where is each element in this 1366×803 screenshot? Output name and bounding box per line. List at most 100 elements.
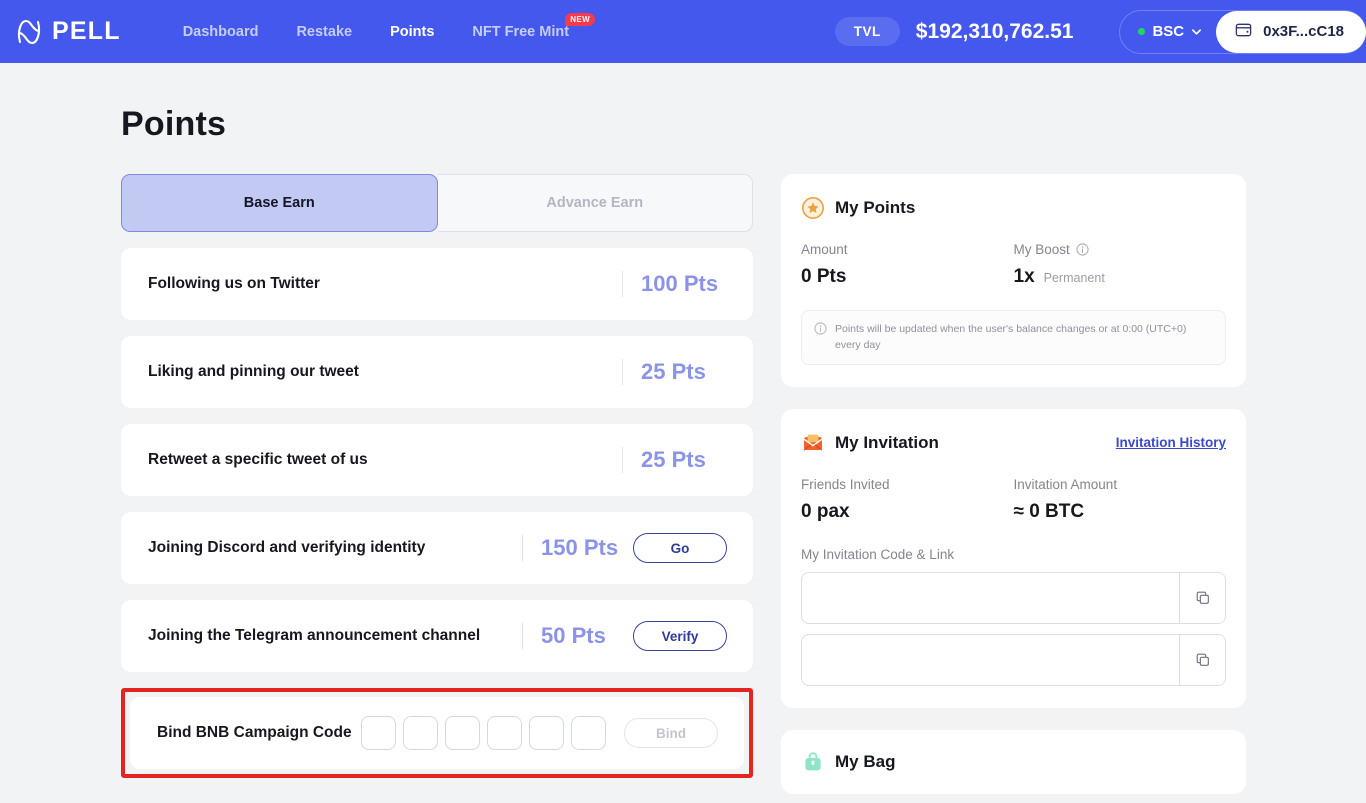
invitation-link-row — [801, 634, 1226, 686]
task-row: Joining Discord and verifying identity 1… — [121, 512, 753, 584]
invitation-code-label: My Invitation Code & Link — [801, 547, 1226, 562]
task-label: Joining the Telegram announcement channe… — [148, 627, 522, 645]
task-right: 25 Pts — [622, 359, 727, 385]
friends-invited-label: Friends Invited — [801, 477, 1014, 492]
invitation-link-input[interactable] — [802, 635, 1179, 685]
boost-stat: My Boost 1x Permanent — [1014, 242, 1227, 288]
nav-link-dashboard[interactable]: Dashboard — [183, 24, 259, 40]
invitation-amount-value: ≈ 0 BTC — [1014, 501, 1227, 523]
code-digit-2[interactable] — [403, 716, 438, 750]
task-points: 25 Pts — [641, 447, 727, 473]
my-bag-header: My Bag — [801, 750, 1226, 774]
task-label: Following us on Twitter — [148, 275, 622, 293]
my-invitation-title: My Invitation — [835, 433, 939, 453]
task-right: 25 Pts — [622, 447, 727, 473]
envelope-icon — [801, 431, 825, 455]
nav-link-nft-label: NFT Free Mint — [472, 24, 569, 40]
nav-link-restake[interactable]: Restake — [296, 24, 352, 40]
copy-code-button[interactable] — [1179, 573, 1225, 623]
task-label: Retweet a specific tweet of us — [148, 451, 622, 469]
code-digit-1[interactable] — [361, 716, 396, 750]
divider — [622, 271, 623, 297]
my-points-title: My Points — [835, 198, 915, 218]
earn-tabs: Base Earn Advance Earn — [121, 174, 753, 232]
divider — [622, 359, 623, 385]
invitation-code-input[interactable] — [802, 573, 1179, 623]
task-row: Liking and pinning our tweet 25 Pts — [121, 336, 753, 408]
page-title: Points — [0, 63, 1366, 144]
amount-stat: Amount 0 Pts — [801, 242, 1014, 288]
chain-selector[interactable]: BSC — [1124, 11, 1216, 53]
bind-label: Bind BNB Campaign Code — [157, 724, 361, 742]
boost-label: My Boost — [1014, 242, 1070, 257]
wallet-group: BSC 0x3F...cC18 — [1119, 10, 1366, 54]
boost-label-row: My Boost — [1014, 242, 1227, 257]
boost-value-row: 1x Permanent — [1014, 266, 1227, 288]
my-points-card: My Points Amount 0 Pts My Boost — [781, 174, 1246, 387]
brand-name: PELL — [52, 19, 121, 44]
invitation-code-row — [801, 572, 1226, 624]
my-invitation-stats: Friends Invited 0 pax Invitation Amount … — [801, 477, 1226, 523]
divider — [522, 623, 523, 649]
new-badge: NEW — [565, 13, 595, 26]
bind-campaign-highlight: Bind BNB Campaign Code Bind — [121, 688, 753, 778]
code-digit-5[interactable] — [529, 716, 564, 750]
my-points-stats: Amount 0 Pts My Boost — [801, 242, 1226, 288]
nav-link-nft-free-mint[interactable]: NFT Free Mint NEW — [472, 24, 569, 40]
task-row: Following us on Twitter 100 Pts — [121, 248, 753, 320]
bind-button[interactable]: Bind — [624, 718, 718, 748]
sidebar-column: My Points Amount 0 Pts My Boost — [781, 174, 1246, 794]
task-points: 150 Pts — [541, 535, 627, 561]
code-digit-4[interactable] — [487, 716, 522, 750]
invitation-amount-label: Invitation Amount — [1014, 477, 1227, 492]
campaign-code-inputs — [361, 716, 606, 750]
friends-invited-stat: Friends Invited 0 pax — [801, 477, 1014, 523]
amount-value: 0 Pts — [801, 266, 1014, 288]
star-badge-icon — [801, 196, 825, 220]
task-go-button[interactable]: Go — [633, 533, 727, 563]
my-invitation-header: My Invitation Invitation History — [801, 431, 1226, 455]
wallet-icon — [1234, 20, 1253, 44]
friends-invited-value: 0 pax — [801, 501, 1014, 523]
copy-icon — [1195, 652, 1211, 668]
task-points: 50 Pts — [541, 623, 627, 649]
chain-name: BSC — [1152, 23, 1184, 40]
chain-status-dot — [1138, 28, 1145, 35]
bind-campaign-row: Bind BNB Campaign Code Bind — [130, 697, 744, 769]
wallet-address: 0x3F...cC18 — [1263, 23, 1344, 40]
nav-link-points[interactable]: Points — [390, 24, 434, 40]
page-content: Base Earn Advance Earn Following us on T… — [0, 144, 1366, 794]
tab-base-earn[interactable]: Base Earn — [121, 174, 438, 232]
my-bag-card: My Bag — [781, 730, 1246, 794]
page-body: Points Base Earn Advance Earn Following … — [0, 63, 1366, 794]
top-navbar: PELL Dashboard Restake Points NFT Free M… — [0, 0, 1366, 63]
tvl-value: $192,310,762.51 — [916, 20, 1074, 44]
brand-logo[interactable]: PELL — [14, 17, 121, 47]
copy-link-button[interactable] — [1179, 635, 1225, 685]
task-verify-button[interactable]: Verify — [633, 621, 727, 651]
boost-sub: Permanent — [1044, 271, 1105, 285]
divider — [522, 535, 523, 561]
task-points: 25 Pts — [641, 359, 727, 385]
tasks-column: Base Earn Advance Earn Following us on T… — [121, 174, 753, 778]
tab-advance-earn[interactable]: Advance Earn — [438, 174, 754, 232]
my-points-header: My Points — [801, 196, 1226, 220]
divider — [622, 447, 623, 473]
code-digit-6[interactable] — [571, 716, 606, 750]
wallet-button[interactable]: 0x3F...cC18 — [1216, 11, 1366, 53]
bag-icon — [801, 750, 825, 774]
task-points: 100 Pts — [641, 271, 727, 297]
task-right: 150 Pts Go — [522, 533, 727, 563]
task-row: Joining the Telegram announcement channe… — [121, 600, 753, 672]
amount-label: Amount — [801, 242, 1014, 257]
task-right: 100 Pts — [622, 271, 727, 297]
note-text: Points will be updated when the user's b… — [835, 321, 1213, 354]
info-icon[interactable] — [1076, 243, 1089, 256]
navbar-right-group: TVL $192,310,762.51 BSC — [835, 0, 1366, 63]
code-digit-3[interactable] — [445, 716, 480, 750]
boost-value: 1x — [1014, 266, 1035, 288]
invitation-history-link[interactable]: Invitation History — [1116, 435, 1226, 450]
task-row: Retweet a specific tweet of us 25 Pts — [121, 424, 753, 496]
invitation-amount-stat: Invitation Amount ≈ 0 BTC — [1014, 477, 1227, 523]
copy-icon — [1195, 590, 1211, 606]
